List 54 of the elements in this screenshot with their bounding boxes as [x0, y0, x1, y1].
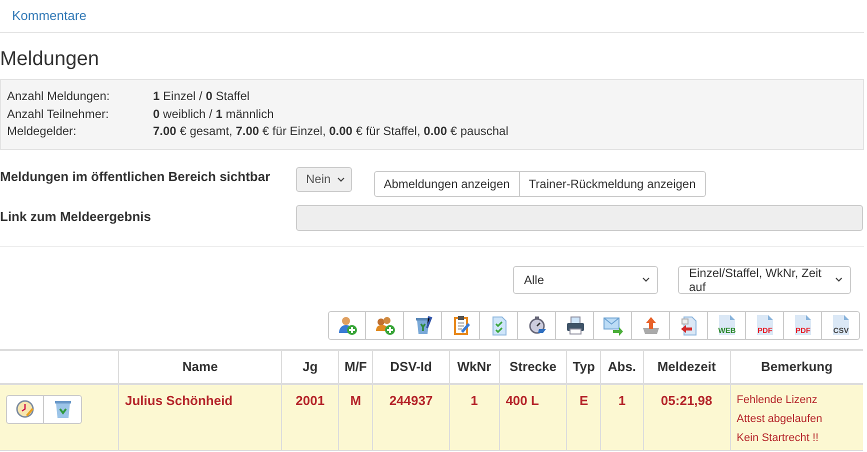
mail-forward-icon — [602, 314, 622, 336]
view-button[interactable]: Abmeldungen anzeigen — [374, 170, 520, 196]
table-cell: E — [566, 384, 601, 450]
clock-pencil-icon — [15, 399, 35, 419]
printer-icon — [564, 314, 584, 336]
view-button[interactable]: Trainer-Rückmeldung anzeigen — [520, 170, 706, 196]
table-cell: Julius Schönheid — [118, 384, 282, 450]
summary-value: 0 weiblich / 1 männlich — [153, 106, 274, 122]
section-title: Meldungen — [0, 48, 100, 71]
column-header: Abs. — [600, 350, 644, 384]
toolbar-button[interactable] — [556, 310, 594, 340]
toolbar-button[interactable] — [366, 310, 404, 340]
table-cell: 244937 — [372, 384, 450, 450]
column-header: Jg — [282, 350, 338, 384]
comments-link[interactable]: Kommentare — [12, 8, 86, 22]
upload-tray-icon — [640, 314, 660, 336]
field-label: Meldungen im öffentlichen Bereich sichtbar — [0, 168, 272, 184]
table-cell: 2001 — [282, 384, 338, 450]
remark-text: Fehlende Lizenz — [736, 392, 818, 408]
group-add-icon — [374, 314, 394, 336]
remark-text: Attest abgelaufen — [736, 412, 824, 426]
delete-button[interactable] — [44, 394, 82, 424]
toolbar-button[interactable] — [404, 310, 442, 340]
field-label: Link zum Meldeergebnis — [0, 208, 152, 224]
sort-select[interactable]: Einzel/Staffel, WkNr, Zeit auf — [678, 266, 851, 294]
visibility-select[interactable]: Nein — [296, 166, 352, 192]
table-cell: 1 — [449, 384, 500, 450]
caret-icon — [642, 277, 650, 282]
summary-value: 7.00 € gesamt, 7.00 € für Einzel, 0.00 € für Staffel, 0.00 € pauschal — [153, 123, 508, 140]
table-cell: M — [338, 384, 373, 450]
person-add-icon — [337, 314, 357, 336]
document-arrow-icon — [678, 314, 698, 336]
filter-select[interactable]: Alle — [513, 266, 658, 294]
caret-icon — [835, 277, 843, 282]
toolbar-button[interactable] — [670, 310, 708, 340]
stopwatch-icon — [526, 314, 546, 336]
edit-time-button[interactable] — [6, 394, 44, 424]
toolbar-button[interactable] — [632, 310, 670, 340]
summary-value: 1 Einzel / 0 Staffel — [153, 88, 250, 105]
toolbar-button[interactable] — [442, 310, 480, 340]
column-header: Typ — [566, 350, 601, 384]
summary-label: Meldegelder: — [7, 123, 78, 140]
toolbar-button[interactable] — [328, 310, 366, 340]
table-cell: 400 L — [499, 384, 567, 450]
table-cell: 1 — [600, 384, 644, 450]
remark-text: Kein Startrecht !! — [736, 430, 820, 446]
column-header: WkNr — [449, 350, 500, 384]
summary-label: Anzahl Meldungen: — [7, 88, 111, 105]
column-header: M/F — [338, 350, 373, 384]
toolbar-button[interactable] — [518, 310, 556, 340]
table-cell: 05:21,98 — [643, 384, 730, 450]
trash-icon — [54, 399, 72, 419]
summary-label: Anzahl Teilnehmer: — [7, 106, 110, 122]
caret-icon — [336, 176, 345, 182]
